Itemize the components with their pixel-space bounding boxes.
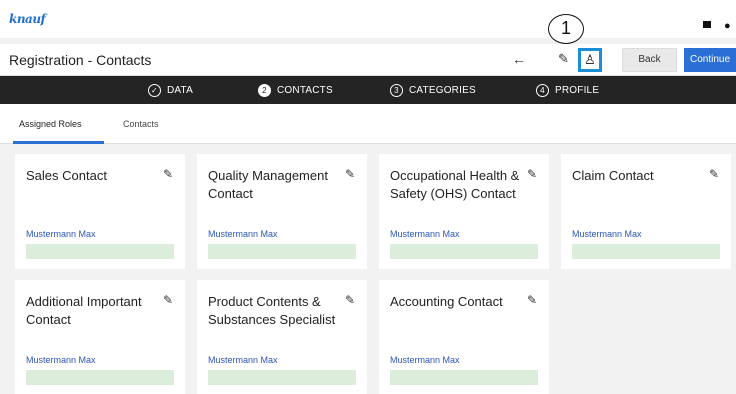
assigned-contact-name[interactable]: Mustermann Max — [208, 355, 278, 365]
contact-detail-bar — [208, 370, 356, 385]
assigned-contact-name[interactable]: Mustermann Max — [390, 355, 460, 365]
page-title: Registration - Contacts — [9, 52, 152, 68]
contact-detail-bar — [390, 244, 538, 259]
assigned-contact-name[interactable]: Mustermann Max — [572, 229, 642, 239]
role-card[interactable]: Additional Important Contact ✎ Musterman… — [15, 280, 185, 394]
notifications-icon[interactable] — [703, 21, 711, 28]
step-contacts[interactable]: 2 CONTACTS — [258, 76, 333, 104]
role-card[interactable]: Occupational Health & Safety (OHS) Conta… — [379, 154, 549, 269]
tabs-bar: Assigned Roles Contacts — [0, 104, 736, 144]
step-profile[interactable]: 4 PROFILE — [536, 76, 599, 104]
callout-marker: 1 — [548, 14, 584, 44]
pencil-edit-icon[interactable]: ✎ — [163, 167, 173, 181]
step-categories[interactable]: 3 CATEGORIES — [390, 76, 476, 104]
number-circle-icon: 3 — [390, 83, 403, 97]
step-label: DATA — [167, 84, 193, 96]
tab-assigned-roles[interactable]: Assigned Roles — [19, 119, 82, 129]
pencil-edit-icon[interactable]: ✎ — [527, 293, 537, 307]
assigned-contact-name[interactable]: Mustermann Max — [208, 229, 278, 239]
contact-detail-bar — [390, 370, 538, 385]
user-account-icon[interactable]: ● — [724, 20, 731, 32]
role-title: Sales Contact — [26, 168, 107, 183]
step-label: CATEGORIES — [409, 84, 476, 96]
tab-contacts[interactable]: Contacts — [123, 119, 159, 129]
number-circle-icon: 4 — [536, 83, 549, 97]
continue-button[interactable]: Continue — [684, 48, 736, 72]
role-title: Occupational Health & Safety (OHS) Conta… — [390, 168, 520, 201]
arrow-left-icon[interactable]: ← — [512, 51, 526, 67]
step-label: CONTACTS — [277, 84, 333, 96]
pencil-edit-icon[interactable]: ✎ — [709, 167, 719, 181]
add-contact-button[interactable]: ♙ — [578, 48, 602, 72]
role-card[interactable]: Sales Contact ✎ Mustermann Max — [15, 154, 185, 269]
role-title: Quality Management Contact — [208, 168, 328, 201]
pencil-edit-icon[interactable]: ✎ — [163, 293, 173, 307]
role-card[interactable]: Claim Contact ✎ Mustermann Max — [561, 154, 731, 269]
page-header: Registration - Contacts ← ✎ ♙ Back Conti… — [0, 44, 736, 76]
role-title: Product Contents & Substances Specialist — [208, 294, 336, 327]
knauf-logo[interactable]: knauf — [9, 12, 46, 26]
pencil-edit-icon[interactable]: ✎ — [558, 51, 569, 67]
number-circle-icon: 2 — [258, 83, 271, 97]
step-label: PROFILE — [555, 84, 600, 96]
active-tab-indicator — [13, 141, 104, 144]
pencil-edit-icon[interactable]: ✎ — [345, 167, 355, 181]
role-title: Accounting Contact — [390, 294, 503, 309]
contact-detail-bar — [26, 244, 174, 259]
role-card[interactable]: Accounting Contact ✎ Mustermann Max — [379, 280, 549, 394]
back-button[interactable]: Back — [622, 48, 677, 72]
steps-progress-bar: ✓ DATA 2 CONTACTS 3 CATEGORIES 4 PROFILE — [0, 76, 736, 104]
pencil-edit-icon[interactable]: ✎ — [345, 293, 355, 307]
assigned-contact-name[interactable]: Mustermann Max — [390, 229, 460, 239]
role-card[interactable]: Product Contents & Substances Specialist… — [197, 280, 367, 394]
pencil-edit-icon[interactable]: ✎ — [527, 167, 537, 181]
app-top-bar: knauf ● — [0, 0, 736, 38]
contact-detail-bar — [572, 244, 720, 259]
assigned-contact-name[interactable]: Mustermann Max — [26, 355, 96, 365]
step-data[interactable]: ✓ DATA — [148, 76, 193, 104]
check-circle-icon: ✓ — [148, 83, 161, 97]
contact-detail-bar — [26, 370, 174, 385]
contact-detail-bar — [208, 244, 356, 259]
add-user-icon: ♙ — [584, 52, 596, 67]
role-card[interactable]: Quality Management Contact ✎ Mustermann … — [197, 154, 367, 269]
role-title: Claim Contact — [572, 168, 654, 183]
assigned-contact-name[interactable]: Mustermann Max — [26, 229, 96, 239]
role-title: Additional Important Contact — [26, 294, 142, 327]
